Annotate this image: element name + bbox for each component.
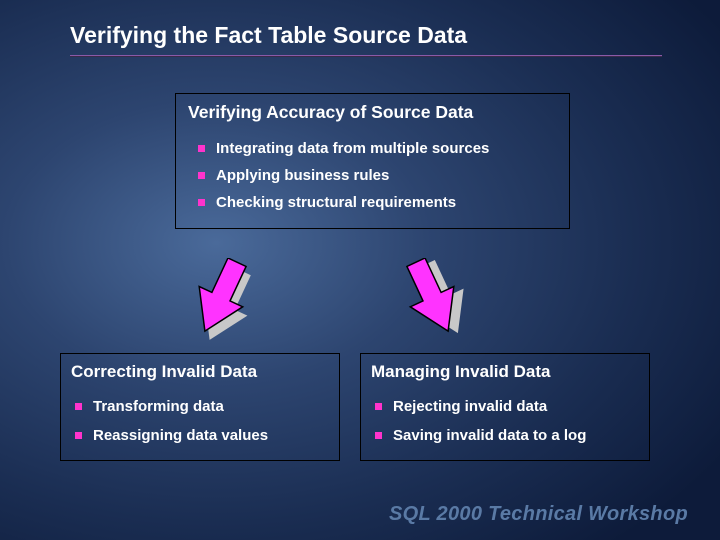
correcting-list: Transforming data Reassigning data value… <box>71 392 329 450</box>
slide: Verifying the Fact Table Source Data Ver… <box>0 0 720 540</box>
verify-accuracy-list: Integrating data from multiple sources A… <box>188 135 557 216</box>
correcting-box: Correcting Invalid Data Transforming dat… <box>60 353 340 461</box>
arrow-down-left-icon <box>178 258 258 348</box>
slide-title: Verifying the Fact Table Source Data <box>0 22 720 55</box>
verify-accuracy-heading: Verifying Accuracy of Source Data <box>188 102 557 123</box>
list-item: Reassigning data values <box>71 421 329 450</box>
list-item: Rejecting invalid data <box>371 392 639 421</box>
list-item: Applying business rules <box>188 162 557 189</box>
list-item: Integrating data from multiple sources <box>188 135 557 162</box>
list-item: Saving invalid data to a log <box>371 421 639 450</box>
verify-accuracy-box: Verifying Accuracy of Source Data Integr… <box>175 93 570 229</box>
list-item: Transforming data <box>71 392 329 421</box>
list-item: Checking structural requirements <box>188 189 557 216</box>
footer-branding: SQL 2000 Technical Workshop <box>389 503 688 526</box>
correcting-heading: Correcting Invalid Data <box>71 362 329 382</box>
arrow-down-right-icon <box>395 258 475 348</box>
title-divider <box>70 55 662 57</box>
managing-list: Rejecting invalid data Saving invalid da… <box>371 392 639 450</box>
managing-box: Managing Invalid Data Rejecting invalid … <box>360 353 650 461</box>
managing-heading: Managing Invalid Data <box>371 362 639 382</box>
